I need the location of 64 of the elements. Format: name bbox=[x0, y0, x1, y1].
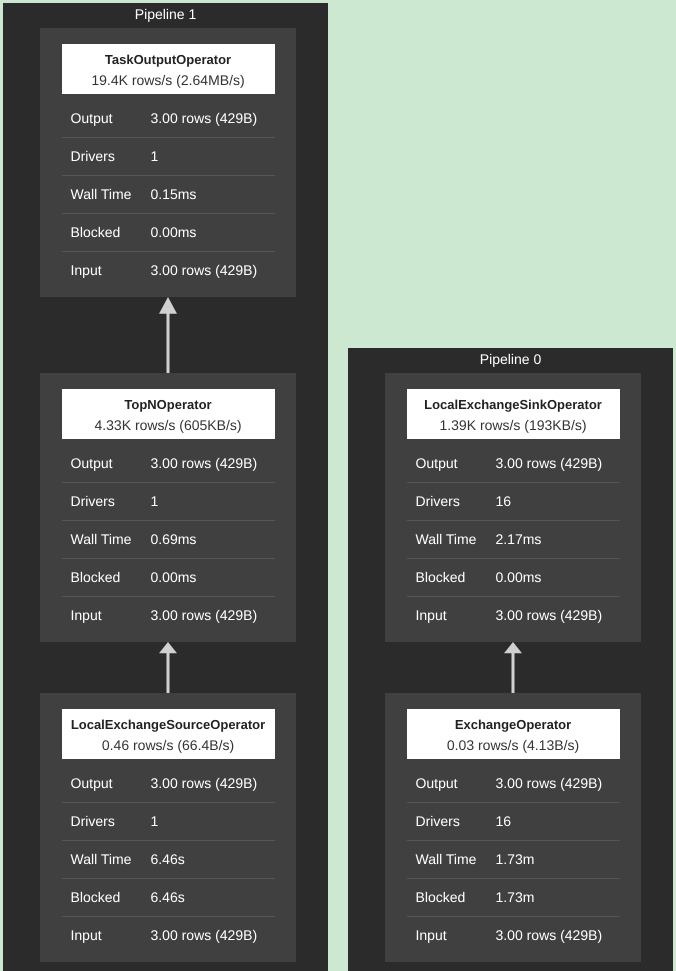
stat-value: 3.00 rows (429B) bbox=[142, 596, 274, 634]
stat-value: 3.00 rows (429B) bbox=[142, 444, 274, 482]
stat-label: Blocked bbox=[62, 213, 142, 251]
operator-name: TaskOutputOperator bbox=[104, 51, 232, 69]
operator-name: LocalExchangeSinkOperator bbox=[423, 396, 603, 414]
stat-value: 3.00 rows (429B) bbox=[486, 916, 620, 954]
stat-label: Input bbox=[62, 251, 142, 289]
stat-value: 1 bbox=[142, 137, 274, 175]
stat-label: Blocked bbox=[62, 558, 142, 596]
stat-value: 16 bbox=[486, 802, 620, 840]
stat-label: Wall Time bbox=[406, 520, 486, 558]
stat-value: 3.00 rows (429B) bbox=[486, 596, 620, 634]
stat-value: 3.00 rows (429B) bbox=[142, 251, 274, 289]
operator-rate: 1.39K rows/s (193KB/s) bbox=[438, 416, 588, 435]
stat-label: Blocked bbox=[406, 558, 486, 596]
stat-value: 3.00 rows (429B) bbox=[486, 764, 620, 802]
stat-value: 1 bbox=[142, 802, 274, 840]
pipeline-title: Pipeline 1 bbox=[134, 5, 198, 24]
stat-value: 0.69ms bbox=[142, 520, 274, 558]
stat-value: 0.00ms bbox=[142, 213, 274, 251]
stat-value: 3.00 rows (429B) bbox=[486, 444, 620, 482]
operator-rate: 0.03 rows/s (4.13B/s) bbox=[446, 736, 580, 755]
stat-value: 16 bbox=[486, 482, 620, 520]
operator-rate: 4.33K rows/s (605KB/s) bbox=[93, 416, 243, 435]
stat-label: Drivers bbox=[406, 482, 486, 520]
stat-label: Input bbox=[406, 916, 486, 954]
operator-name: ExchangeOperator bbox=[454, 716, 572, 734]
stat-label: Wall Time bbox=[62, 520, 142, 558]
operator-name: TopNOperator bbox=[123, 396, 213, 414]
pipeline-title: Pipeline 0 bbox=[478, 350, 542, 369]
stat-value: 3.00 rows (429B) bbox=[142, 764, 274, 802]
stat-label: Wall Time bbox=[406, 840, 486, 878]
stat-label: Output bbox=[62, 764, 142, 802]
stat-label: Drivers bbox=[62, 802, 142, 840]
arrow bbox=[504, 642, 522, 693]
stat-value: 6.46s bbox=[142, 878, 274, 916]
stat-label: Output bbox=[406, 764, 486, 802]
operator-name: LocalExchangeSourceOperator bbox=[70, 716, 266, 734]
stat-value: 1.73m bbox=[486, 840, 620, 878]
stat-value: 0.15ms bbox=[142, 175, 274, 213]
stat-label: Input bbox=[406, 596, 486, 634]
stat-label: Input bbox=[62, 596, 142, 634]
stat-value: 2.17ms bbox=[486, 520, 620, 558]
stat-label: Output bbox=[62, 444, 142, 482]
stat-label: Wall Time bbox=[62, 175, 142, 213]
stat-label: Drivers bbox=[62, 482, 142, 520]
stat-value: 3.00 rows (429B) bbox=[142, 99, 274, 137]
stat-value: 1 bbox=[142, 482, 274, 520]
stat-label: Output bbox=[62, 99, 142, 137]
stat-label: Blocked bbox=[406, 878, 486, 916]
stat-value: 6.46s bbox=[142, 840, 274, 878]
stat-label: Drivers bbox=[62, 137, 142, 175]
stat-label: Input bbox=[62, 916, 142, 954]
operator-rate: 19.4K rows/s (2.64MB/s) bbox=[90, 71, 246, 90]
stat-value: 0.00ms bbox=[486, 558, 620, 596]
stat-label: Drivers bbox=[406, 802, 486, 840]
stat-label: Output bbox=[406, 444, 486, 482]
stat-value: 0.00ms bbox=[142, 558, 274, 596]
stat-label: Wall Time bbox=[62, 840, 142, 878]
operator-rate: 0.46 rows/s (66.4B/s) bbox=[100, 736, 236, 755]
stat-value: 3.00 rows (429B) bbox=[142, 916, 274, 954]
stat-label: Blocked bbox=[62, 878, 142, 916]
arrow bbox=[159, 642, 177, 693]
stat-value: 1.73m bbox=[486, 878, 620, 916]
